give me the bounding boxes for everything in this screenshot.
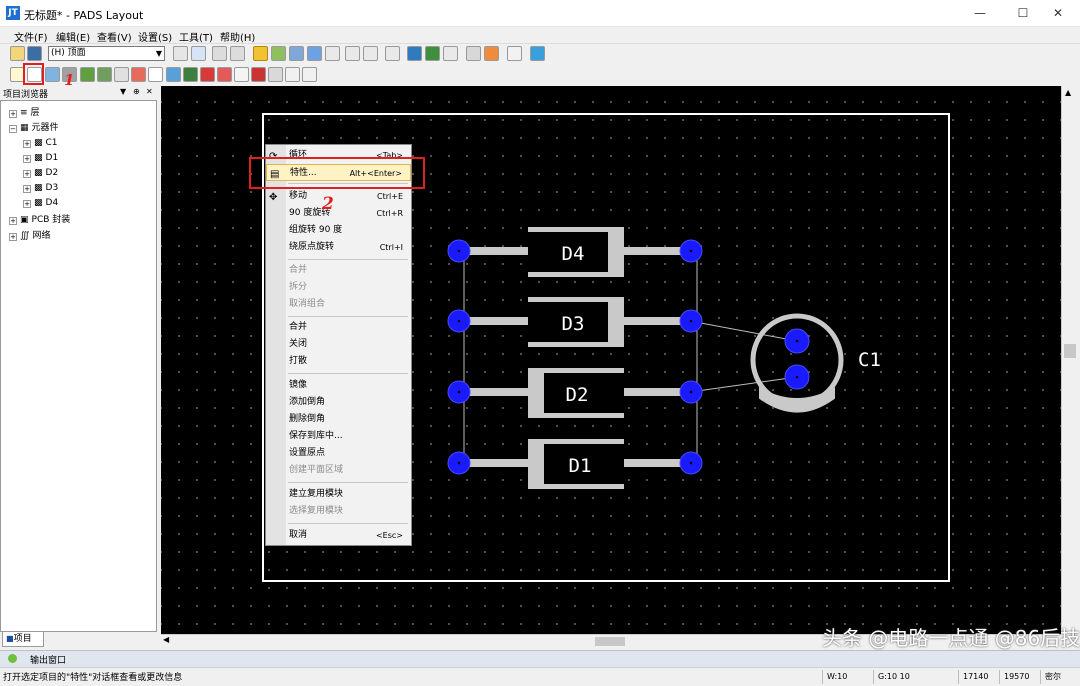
menu-label: 关闭 (289, 339, 308, 349)
menu-item-make-reuse[interactable]: 建立复用模块 (266, 486, 411, 503)
ratsnest-lines (463, 251, 798, 463)
menu-item-split: 拆分 (266, 279, 411, 296)
menu-item-delete-miter[interactable]: 删除倒角 (266, 411, 411, 428)
vertical-scrollbar[interactable]: ▲ (1061, 86, 1078, 634)
annotation-step-2: 2 (322, 194, 334, 214)
output-status-icon (8, 654, 17, 663)
status-width: W:10 (822, 670, 872, 684)
menu-item-cancel[interactable]: 取消 <Esc> (266, 527, 411, 544)
menu-item-group-rotate[interactable]: 组旋转 90 度 (266, 222, 411, 239)
menu-label: 删除倒角 (289, 414, 326, 424)
menu-label: 创建平面区域 (289, 465, 344, 475)
status-x: 17140 (958, 670, 998, 684)
menu-separator (288, 373, 408, 374)
status-units: 密尔 (1040, 670, 1078, 684)
menu-separator (288, 316, 408, 317)
d1-label: D1 (569, 455, 592, 477)
menu-shortcut: <Esc> (375, 531, 403, 540)
menu-label: 保存到库中... (289, 431, 343, 441)
menu-label: 设置原点 (289, 448, 326, 458)
menu-label: 建立复用模块 (289, 489, 344, 499)
status-y: 19570 (999, 670, 1039, 684)
context-menu: ⟳ 循环 <Tab> ▤ 特性... Alt+<Enter> ✥ 移动 Ctrl+E 90 … (265, 144, 412, 546)
d2-label: D2 (566, 384, 589, 406)
menu-label: 合并 (289, 265, 308, 275)
menu-item-rotate-origin[interactable]: 绕原点旋转 Ctrl+I (266, 239, 411, 256)
menu-item-break[interactable]: 打散 (266, 353, 411, 370)
menu-label: 组旋转 90 度 (289, 225, 343, 235)
menu-label: 选择复用模块 (289, 506, 344, 516)
scroll-left-icon[interactable]: ◀ (163, 635, 169, 644)
move-icon: ✥ (269, 192, 278, 203)
menu-shortcut: Ctrl+R (376, 209, 404, 218)
vertical-scroll-thumb[interactable] (1064, 344, 1076, 358)
menu-label: 取消 (289, 530, 308, 540)
menu-item-combine-disabled: 合并 (266, 262, 411, 279)
watermark: 头条 @电路一点通 @86后技术宅 (822, 626, 1080, 650)
scroll-up-icon[interactable]: ▲ (1065, 88, 1071, 97)
menu-label: 移动 (289, 191, 308, 201)
menu-item-set-origin[interactable]: 设置原点 (266, 445, 411, 462)
menu-item-ungroup: 取消组合 (266, 296, 411, 313)
status-bar: 打开选定项目的"特性"对话框查看或更改信息 W:10 G:10 10 17140… (0, 667, 1080, 686)
menu-separator (288, 523, 408, 524)
menu-item-mirror[interactable]: 镜像 (266, 377, 411, 394)
menu-label: 取消组合 (289, 299, 326, 309)
menu-item-rotate-90[interactable]: 90 度旋转 Ctrl+R (266, 205, 411, 222)
menu-item-add-miter[interactable]: 添加倒角 (266, 394, 411, 411)
horizontal-scroll-thumb[interactable] (595, 637, 625, 646)
menu-separator (288, 482, 408, 483)
menu-shortcut: Ctrl+E (377, 192, 403, 201)
component-d3[interactable]: D3 (466, 297, 686, 347)
menu-item-save-to-library[interactable]: 保存到库中... (266, 428, 411, 445)
annotation-box-2 (249, 157, 425, 189)
component-d4[interactable]: D4 (466, 227, 686, 277)
menu-label: 拆分 (289, 282, 308, 292)
status-message: 打开选定项目的"特性"对话框查看或更改信息 (3, 673, 183, 683)
d4-label: D4 (562, 243, 585, 265)
menu-label: 打散 (289, 356, 308, 366)
component-d1[interactable]: D1 (466, 439, 686, 489)
menu-item-close[interactable]: 关闭 (266, 336, 411, 353)
menu-label: 添加倒角 (289, 397, 326, 407)
menu-shortcut: Ctrl+I (379, 243, 403, 252)
menu-label: 绕原点旋转 (289, 242, 335, 252)
menu-separator (288, 259, 408, 260)
menu-label: 镜像 (289, 380, 308, 390)
menu-item-create-plane-area: 创建平面区域 (266, 462, 411, 479)
menu-label: 合并 (289, 322, 308, 332)
component-d2[interactable]: D2 (466, 368, 686, 418)
c1-label: C1 (858, 349, 881, 371)
output-window-bar[interactable]: 输出窗口 (0, 650, 1080, 667)
pcb-drawing: D4 D3 D2 D1 C1 (447, 227, 881, 489)
status-grid: G:10 10 (873, 670, 957, 684)
d3-label: D3 (562, 313, 585, 335)
component-c1[interactable]: C1 (750, 313, 881, 413)
menu-item-select-reuse: 选择复用模块 (266, 503, 411, 520)
menu-item-combine[interactable]: 合并 (266, 319, 411, 336)
menu-item-move[interactable]: ✥ 移动 Ctrl+E (266, 188, 411, 205)
output-window-label: 输出窗口 (30, 656, 67, 666)
